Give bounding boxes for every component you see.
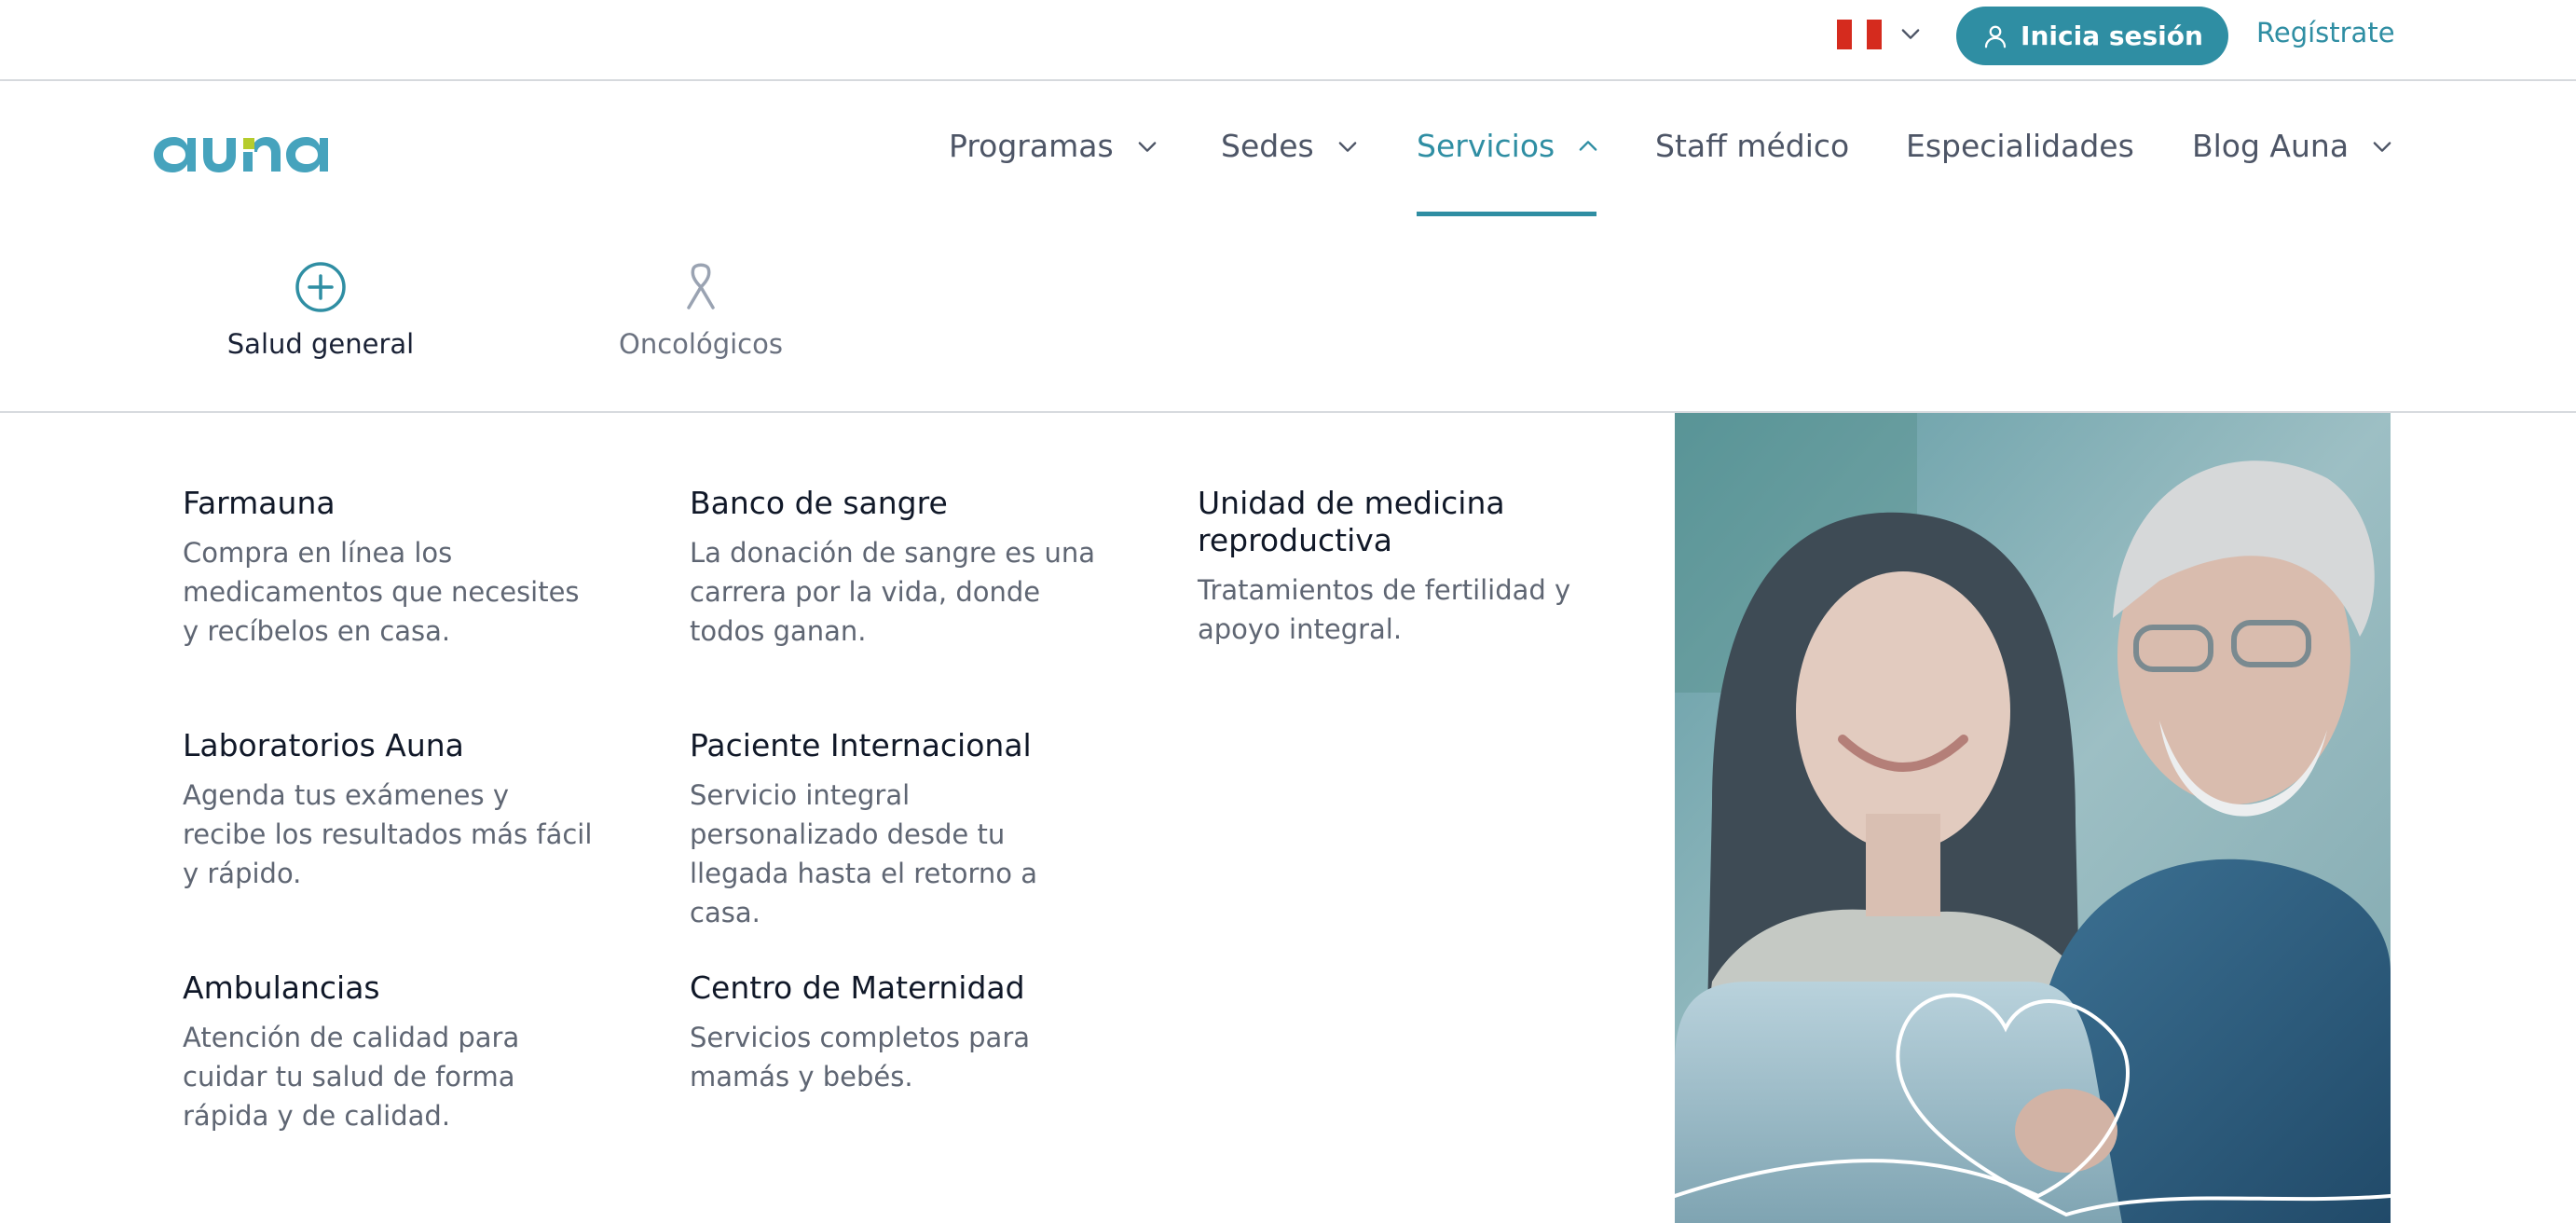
nav-especialidades-label: Especialidades <box>1906 128 2134 164</box>
service-card-laboratorios-auna[interactable]: Laboratorios Auna Agenda tus exámenes y … <box>183 727 593 893</box>
nav-blog-auna-label: Blog Auna <box>2192 128 2350 164</box>
promo-photo <box>1675 413 2391 1223</box>
nav-sedes[interactable]: Sedes <box>1221 128 1361 164</box>
chevron-down-icon <box>2373 141 2391 152</box>
service-title: Unidad de medicina reproductiva <box>1198 485 1505 558</box>
service-title: Ambulancias <box>183 969 380 1006</box>
top-utility-bar: Inicia sesión Regístrate <box>0 0 2576 81</box>
cancer-ribbon-icon <box>687 263 715 309</box>
tab-salud-general-label: Salud general <box>226 328 415 360</box>
nav-especialidades[interactable]: Especialidades <box>1906 128 2134 164</box>
service-card-paciente-internacional[interactable]: Paciente Internacional Servicio integral… <box>690 727 1100 932</box>
main-navigation: Programas Sedes Servicios Staff médico E… <box>0 81 2576 216</box>
service-description: Servicio integral personalizado desde tu… <box>690 779 1038 928</box>
service-description: Servicios completos para mamás y bebés. <box>690 1022 1031 1092</box>
service-description: La donación de sangre es una carrera por… <box>690 537 1095 647</box>
service-card-ambulancias[interactable]: Ambulancias Atención de calidad para cui… <box>183 969 593 1135</box>
service-card-unidad-medicina-reproductiva[interactable]: Unidad de medicina reproductiva Tratamie… <box>1198 485 1608 649</box>
nav-programas-label: Programas <box>949 128 1114 164</box>
nav-programas[interactable]: Programas <box>949 128 1160 164</box>
service-description: Tratamientos de fertilidad y apoyo integ… <box>1198 574 1571 645</box>
login-label: Inicia sesión <box>2021 21 2203 51</box>
service-description: Agenda tus exámenes y recibe los resulta… <box>183 779 593 889</box>
tab-salud-general[interactable]: Salud general <box>199 259 442 360</box>
service-description: Atención de calidad para cuidar tu salud… <box>183 1022 520 1132</box>
chevron-down-icon <box>1338 141 1357 152</box>
service-card-farmauna[interactable]: Farmauna Compra en línea los medicamento… <box>183 485 593 651</box>
tab-oncologicos[interactable]: Oncológicos <box>580 259 822 360</box>
service-title: Laboratorios Auna <box>183 727 464 763</box>
nav-staff-medico[interactable]: Staff médico <box>1655 128 1849 164</box>
chevron-up-icon <box>1579 140 1597 151</box>
peru-flag-icon[interactable] <box>1837 20 1882 49</box>
chevron-down-icon <box>1138 141 1156 152</box>
service-card-banco-de-sangre[interactable]: Banco de sangre La donación de sangre es… <box>690 485 1100 651</box>
service-description: Compra en línea los medicamentos que nec… <box>183 537 580 647</box>
nav-servicios[interactable]: Servicios <box>1417 128 1601 164</box>
nav-staff-medico-label: Staff médico <box>1655 128 1850 164</box>
chevron-down-icon[interactable] <box>1898 21 1924 47</box>
tab-oncologicos-label: Oncológicos <box>619 328 783 360</box>
service-title: Farmauna <box>183 485 336 521</box>
login-button[interactable]: Inicia sesión <box>1956 7 2228 65</box>
nav-sedes-label: Sedes <box>1221 128 1314 164</box>
nav-blog-auna[interactable]: Blog Auna <box>2192 128 2395 164</box>
plus-circle-icon <box>295 262 346 312</box>
nav-servicios-label: Servicios <box>1417 128 1555 164</box>
register-link[interactable]: Regístrate <box>2256 17 2395 48</box>
services-category-tabs: Salud general Oncológicos <box>0 216 2576 413</box>
service-title: Centro de Maternidad <box>690 969 1025 1006</box>
service-card-centro-de-maternidad[interactable]: Centro de Maternidad Servicios completos… <box>690 969 1100 1096</box>
auna-logo[interactable] <box>152 126 340 174</box>
user-icon <box>1984 25 2007 48</box>
service-title: Paciente Internacional <box>690 727 1032 763</box>
service-title: Banco de sangre <box>690 485 948 521</box>
